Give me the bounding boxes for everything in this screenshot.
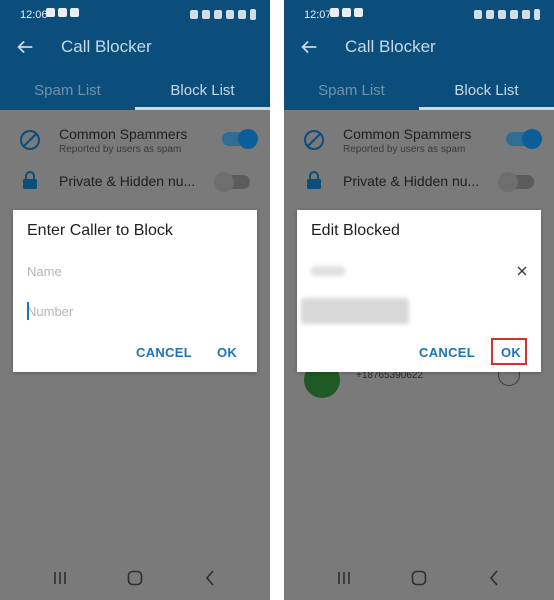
block-icon [304,130,324,150]
app-bar: Call Blocker [284,30,554,66]
setting-private-hidden[interactable]: Private & Hidden nu... [284,168,554,198]
notification-icons [330,8,363,17]
tab-bar: Spam List Block List [284,66,554,110]
page-title: Call Blocker [61,37,152,56]
setting-sublabel: Reported by users as spam [343,144,466,155]
back-icon[interactable] [200,568,220,588]
dialog-title: Enter Caller to Block [27,222,173,239]
tab-block-list[interactable]: Block List [135,66,270,110]
status-bar: 12:07 [284,0,554,30]
system-icons [190,9,256,20]
setting-private-hidden[interactable]: Private & Hidden nu... [0,168,270,198]
ok-button[interactable]: OK [217,345,237,360]
tab-block-list[interactable]: Block List [419,66,554,110]
edit-blocked-dialog: Edit Blocked CANCEL OK [297,210,541,372]
enter-caller-dialog: Enter Caller to Block Name Number CANCEL… [13,210,257,372]
name-input[interactable]: Name [27,264,243,279]
system-nav-bar [284,556,554,600]
notification-icons [46,8,79,17]
lock-icon [23,171,37,189]
common-spammers-toggle[interactable] [506,129,542,149]
app-bar: Call Blocker [0,30,270,66]
dialog-title: Edit Blocked [311,222,400,239]
common-spammers-toggle[interactable] [222,129,258,149]
home-icon[interactable] [409,568,429,588]
system-nav-bar [0,556,270,600]
cancel-button[interactable]: CANCEL [136,345,192,360]
private-hidden-toggle[interactable] [498,172,534,192]
settings-list: Common Spammers Reported by users as spa… [284,110,554,210]
text-cursor [27,302,29,320]
setting-label: Private & Hidden nu... [59,173,196,189]
back-icon[interactable] [484,568,504,588]
setting-sublabel: Reported by users as spam [59,144,182,155]
setting-label: Common Spammers [343,126,472,142]
tab-bar: Spam List Block List [0,66,270,110]
status-time: 12:06 [20,9,48,21]
number-input[interactable] [301,298,409,324]
back-arrow-icon[interactable] [298,36,320,58]
setting-common-spammers[interactable]: Common Spammers Reported by users as spa… [0,124,270,164]
status-time: 12:07 [304,9,332,21]
name-input[interactable] [311,266,345,276]
back-arrow-icon[interactable] [14,36,36,58]
ok-highlight-box [491,338,527,365]
block-icon [20,130,40,150]
page-title: Call Blocker [345,37,436,56]
lock-icon [307,171,321,189]
setting-label: Common Spammers [59,126,188,142]
home-icon[interactable] [125,568,145,588]
recent-apps-icon[interactable] [334,568,354,588]
number-input[interactable]: Number [27,304,243,319]
tab-spam-list[interactable]: Spam List [0,66,135,110]
recent-apps-icon[interactable] [50,568,70,588]
cancel-button[interactable]: CANCEL [419,345,475,360]
clear-icon[interactable] [515,264,529,278]
phone-screen-edit-blocked: 12:07 Call Blocker Spam List Block List … [284,0,554,600]
status-bar: 12:06 [0,0,270,30]
phone-screen-add-caller: 12:06 Call Blocker Spam List Block List … [0,0,270,600]
system-icons [474,9,540,20]
settings-list: Common Spammers Reported by users as spa… [0,110,270,210]
private-hidden-toggle[interactable] [214,172,250,192]
setting-common-spammers[interactable]: Common Spammers Reported by users as spa… [284,124,554,164]
tab-spam-list[interactable]: Spam List [284,66,419,110]
setting-label: Private & Hidden nu... [343,173,480,189]
